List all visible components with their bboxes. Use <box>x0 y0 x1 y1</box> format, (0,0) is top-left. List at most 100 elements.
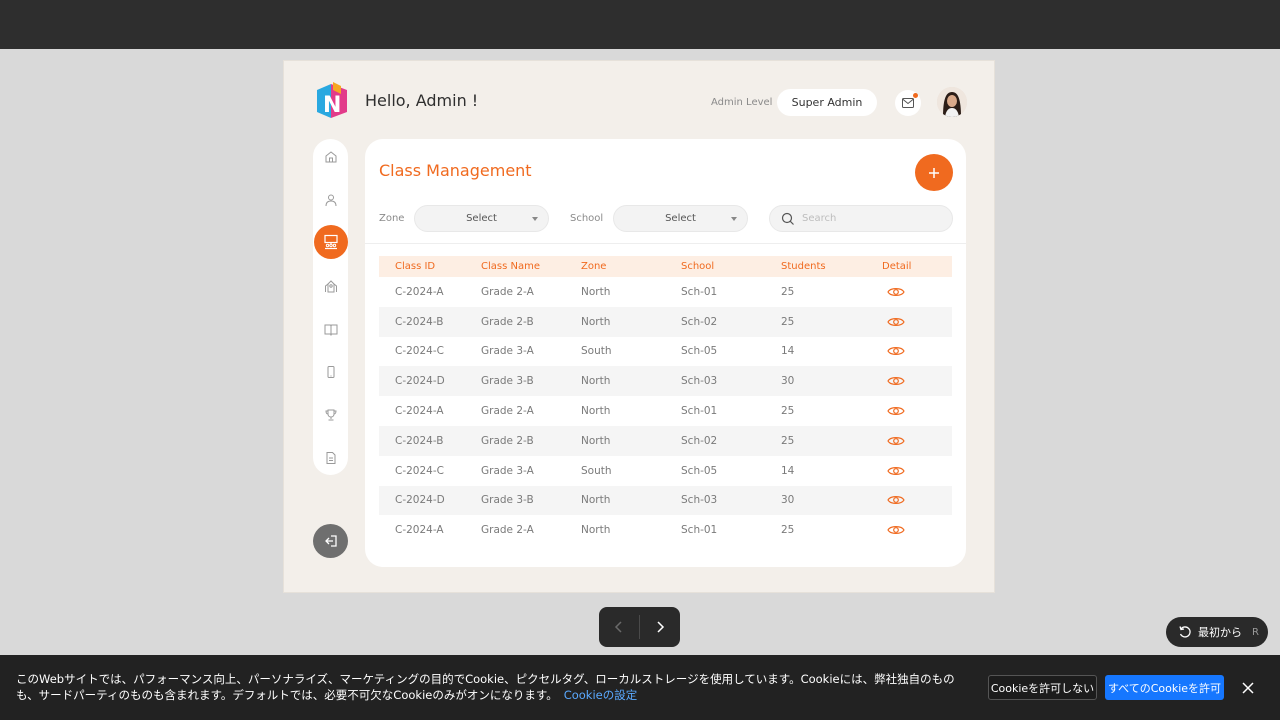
zone-select[interactable]: Select <box>414 205 549 232</box>
column-header-class-name[interactable]: Class Name <box>481 261 581 272</box>
view-detail-button[interactable] <box>882 435 947 447</box>
cell-class-name: Grade 3-B <box>481 375 534 388</box>
cell-class-name: Grade 2-B <box>481 434 534 447</box>
avatar[interactable] <box>937 87 967 117</box>
view-detail-button[interactable] <box>882 375 947 387</box>
logout-button[interactable] <box>313 524 348 558</box>
view-detail-button[interactable] <box>882 345 947 357</box>
restart-button[interactable]: 最初から R <box>1166 617 1268 647</box>
avatar-image <box>937 87 967 117</box>
cell-class-name: Grade 2-B <box>481 315 534 328</box>
accept-all-cookies-button[interactable]: すべてのCookieを許可 <box>1105 675 1224 700</box>
eye-icon <box>887 526 905 535</box>
cell-school: Sch-05 <box>681 345 718 358</box>
zone-select-value: Select <box>466 213 497 224</box>
class-table: Class ID Class Name Zone School Students… <box>379 256 952 545</box>
cell-zone: North <box>581 524 611 537</box>
cell-class-name: Grade 3-A <box>481 345 534 358</box>
table-row: C-2024-A Grade 2-A North Sch-01 25 <box>379 277 952 307</box>
mail-icon <box>902 98 914 108</box>
admin-level-badge[interactable]: Super Admin <box>777 89 877 116</box>
cookie-text: このWebサイトでは、パフォーマンス向上、パーソナライズ、マーケティングの目的で… <box>16 671 976 703</box>
close-banner-button[interactable] <box>1238 678 1258 698</box>
next-button[interactable] <box>640 607 680 647</box>
mail-button[interactable] <box>895 90 921 116</box>
table-row: C-2024-D Grade 3-B North Sch-03 30 <box>379 366 952 397</box>
sidebar-item-devices[interactable] <box>313 354 348 389</box>
table-row: C-2024-B Grade 2-B North Sch-02 25 <box>379 306 952 337</box>
sidebar-item-awards[interactable] <box>313 397 348 432</box>
cell-zone: North <box>581 494 611 507</box>
eye-icon <box>887 407 905 416</box>
view-detail-button[interactable] <box>882 465 947 477</box>
cell-zone: South <box>581 464 612 477</box>
chevron-right-icon <box>657 621 665 633</box>
sidebar-item-home[interactable] <box>313 139 348 174</box>
sidebar-item-schools[interactable] <box>313 268 348 303</box>
eye-icon <box>887 287 905 296</box>
add-class-button[interactable] <box>915 154 953 191</box>
search-box <box>769 205 953 232</box>
cell-students: 25 <box>781 405 795 418</box>
sidebar <box>313 139 348 475</box>
sidebar-item-classes[interactable] <box>313 225 348 259</box>
cell-zone: North <box>581 315 611 328</box>
cell-zone: North <box>581 285 611 298</box>
cell-school: Sch-03 <box>681 494 718 507</box>
greeting: Hello, Admin ! <box>365 91 479 110</box>
view-detail-button[interactable] <box>882 316 947 328</box>
eye-icon <box>887 496 905 505</box>
cell-school: Sch-03 <box>681 375 718 388</box>
column-header-school[interactable]: School <box>681 261 781 272</box>
view-detail-button[interactable] <box>882 494 947 506</box>
decline-cookies-button[interactable]: Cookieを許可しない <box>988 675 1097 700</box>
divider <box>365 243 966 244</box>
cell-students: 25 <box>781 434 795 447</box>
cookie-settings-link[interactable]: Cookieの設定 <box>564 688 638 702</box>
sidebar-item-users[interactable] <box>313 182 348 217</box>
cell-school: Sch-01 <box>681 524 718 537</box>
view-detail-button[interactable] <box>882 405 947 417</box>
close-icon <box>1242 682 1254 694</box>
cell-class-id: C-2024-B <box>395 315 444 328</box>
chevron-down-icon <box>532 217 538 221</box>
table-row: C-2024-A Grade 2-A North Sch-01 25 <box>379 396 952 426</box>
search-icon <box>781 212 794 225</box>
cell-school: Sch-02 <box>681 434 718 447</box>
cell-zone: North <box>581 375 611 388</box>
previous-button[interactable] <box>599 607 639 647</box>
column-header-students[interactable]: Students <box>781 261 882 272</box>
cell-students: 14 <box>781 464 795 477</box>
restart-icon <box>1179 626 1191 638</box>
cell-class-id: C-2024-A <box>395 285 444 298</box>
eye-icon <box>887 466 905 475</box>
sidebar-item-courses[interactable] <box>313 311 348 346</box>
table-row: C-2024-B Grade 2-B North Sch-02 25 <box>379 425 952 456</box>
column-header-zone[interactable]: Zone <box>581 261 681 272</box>
school-filter-label: School <box>570 213 604 224</box>
view-detail-button[interactable] <box>882 286 947 298</box>
cell-class-id: C-2024-D <box>395 375 445 388</box>
chevron-down-icon <box>731 217 737 221</box>
cell-class-name: Grade 2-A <box>481 524 534 537</box>
user-icon <box>325 194 336 206</box>
search-input[interactable] <box>802 211 942 226</box>
cell-students: 25 <box>781 524 795 537</box>
table-body: C-2024-A Grade 2-A North Sch-01 25 C-2024-B Gr… <box>379 277 952 545</box>
cell-class-id: C-2024-B <box>395 434 444 447</box>
school-select[interactable]: Select <box>613 205 748 232</box>
logout-icon <box>324 535 337 547</box>
cell-class-id: C-2024-C <box>395 464 444 477</box>
class-management-card: Class Management Zone Select School Sele… <box>365 139 966 567</box>
home-icon <box>325 150 336 162</box>
sidebar-item-reports[interactable] <box>313 440 348 475</box>
view-detail-button[interactable] <box>882 524 947 536</box>
column-header-class-id[interactable]: Class ID <box>395 261 481 272</box>
cell-students: 30 <box>781 494 795 507</box>
slide-navigation <box>599 607 680 647</box>
plus-icon <box>929 167 939 178</box>
cell-students: 25 <box>781 285 795 298</box>
cookie-banner: このWebサイトでは、パフォーマンス向上、パーソナライズ、マーケティングの目的で… <box>0 655 1280 720</box>
cell-students: 14 <box>781 345 795 358</box>
cell-class-id: C-2024-A <box>395 524 444 537</box>
